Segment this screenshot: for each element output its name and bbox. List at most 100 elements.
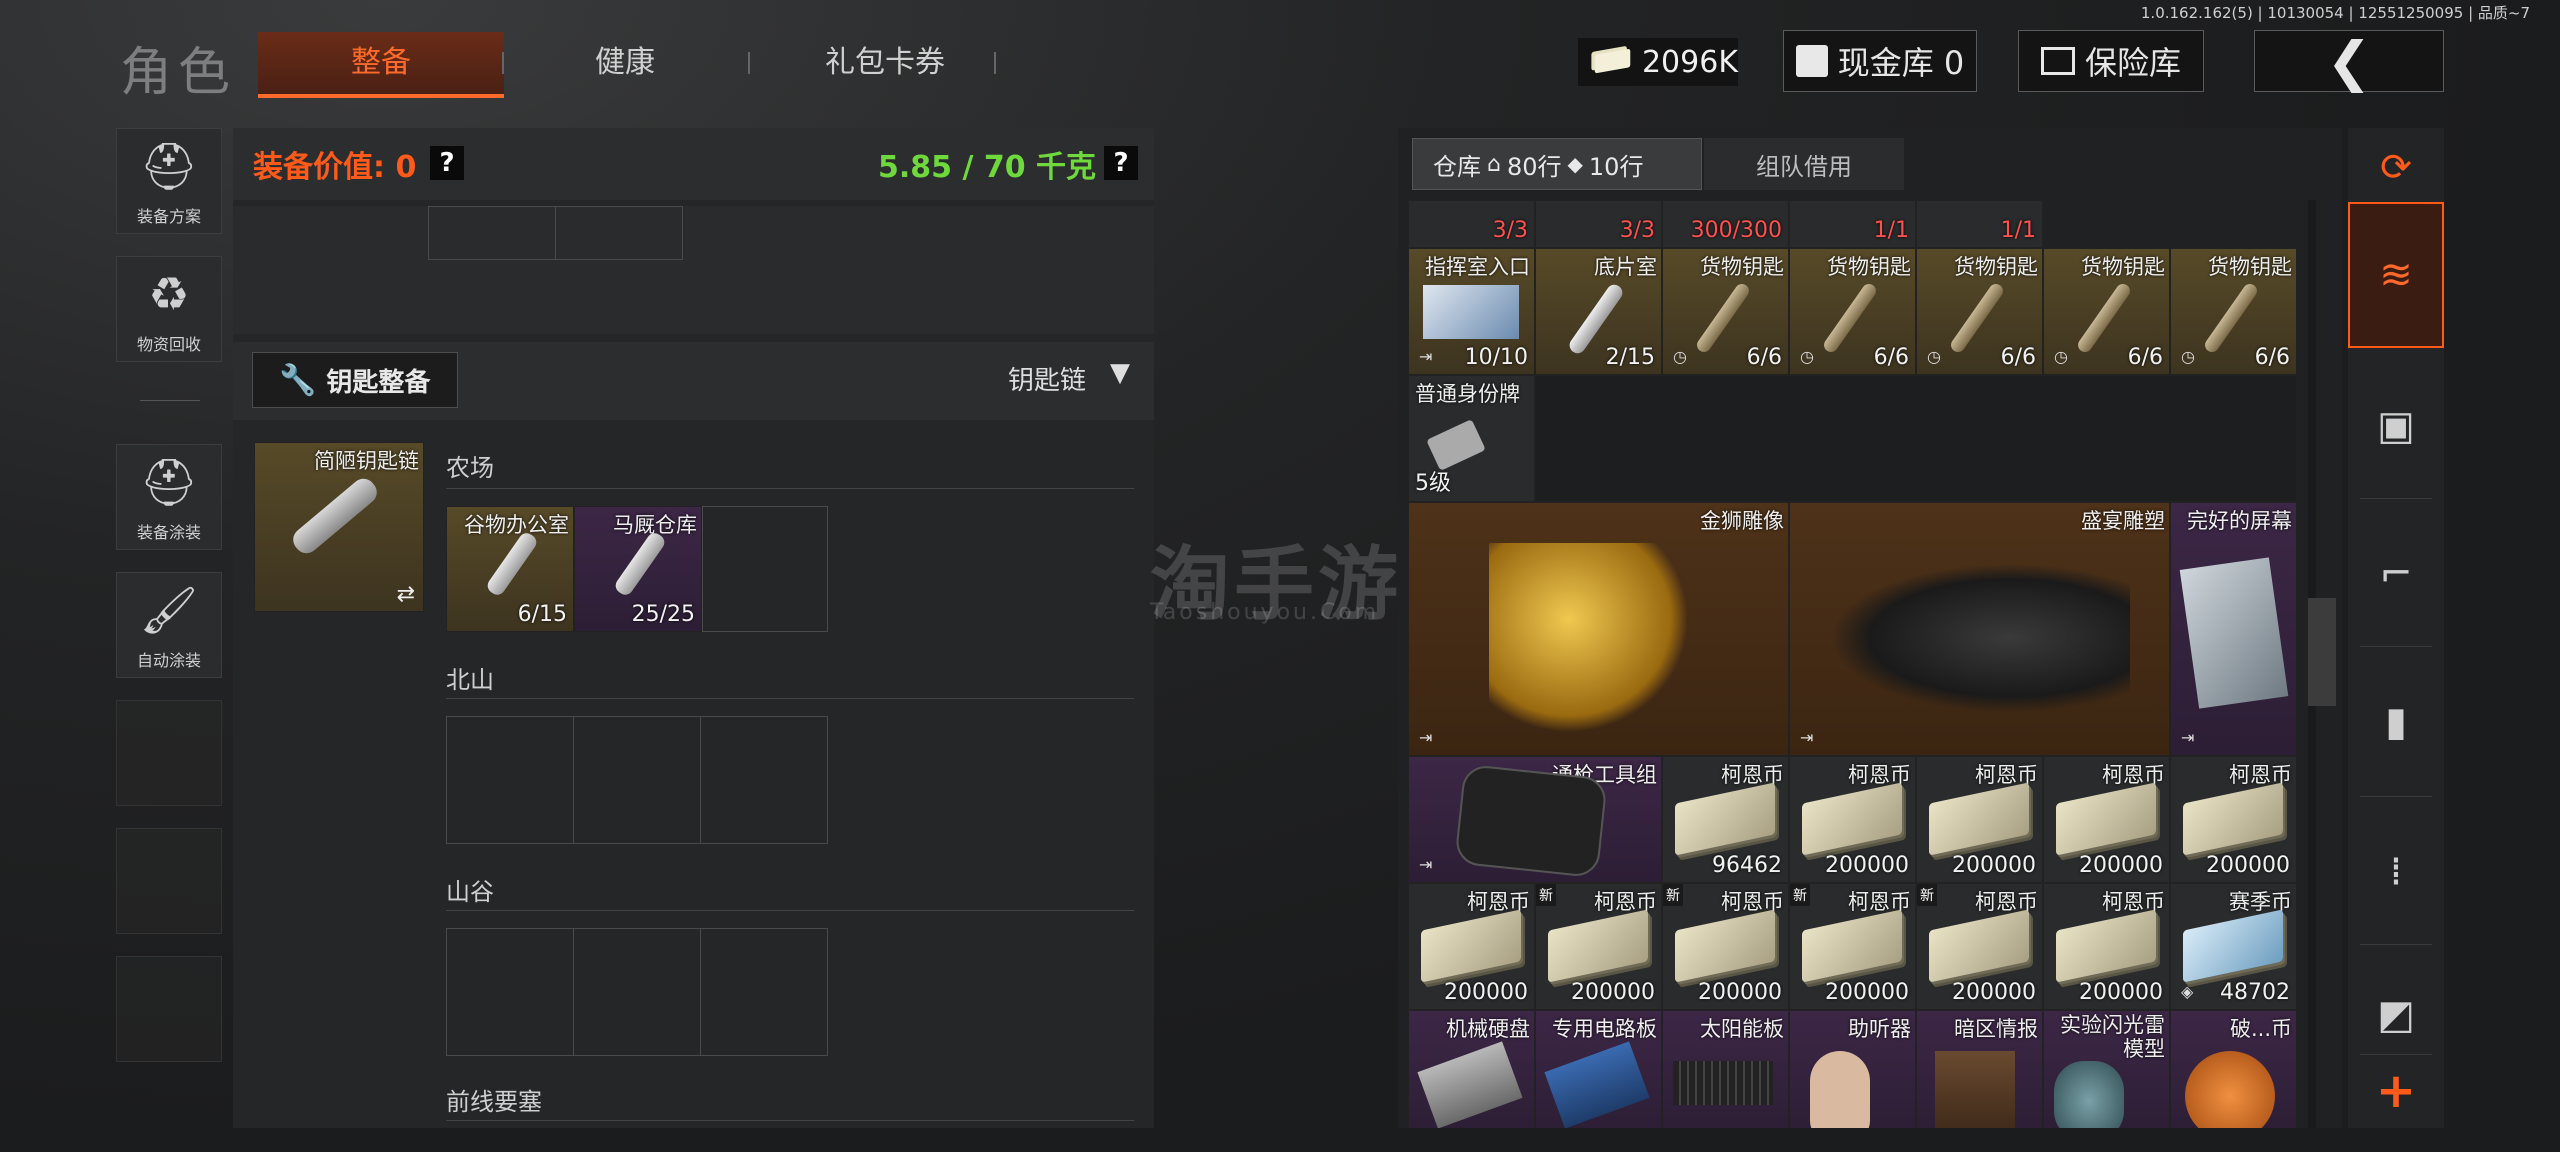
sidebar-item-skin[interactable]: ⛑ 装备涂装	[116, 444, 222, 550]
inventory-item[interactable]: 货物钥匙 ◷ 6/6	[1789, 248, 1916, 375]
keychain-item[interactable]: 简陋钥匙链 ⇄	[254, 442, 424, 612]
intel-book-image	[1935, 1051, 2015, 1128]
inventory-item[interactable]: 暗区情报	[1916, 1010, 2043, 1128]
back-button[interactable]: ❮	[2254, 30, 2444, 93]
sidebar-item-auto-skin[interactable]: 🖌 自动涂装	[116, 572, 222, 678]
sidebar-empty-slot	[116, 828, 222, 934]
inventory-item[interactable]: 太阳能板	[1662, 1010, 1789, 1128]
add-icon[interactable]: +	[2348, 1060, 2444, 1122]
warehouse-tab-label: 仓库	[1433, 152, 1481, 181]
timer-icon: ◷	[1673, 347, 1687, 366]
inventory-item[interactable]: 300/300	[1662, 200, 1789, 248]
item-count: 200000	[2206, 853, 2290, 878]
tab-health[interactable]: 健康	[530, 32, 720, 94]
category-magazine-icon[interactable]: ▮	[2348, 652, 2444, 792]
inventory-item[interactable]: 1/1	[1916, 200, 2043, 248]
inventory-item[interactable]: 柯恩币 200000	[1789, 756, 1916, 883]
category-all-icon[interactable]: ≋	[2348, 202, 2444, 348]
timer-icon: ◷	[1927, 347, 1941, 366]
tab-warehouse[interactable]: 仓库 ⌂ 80行 ◆ 10行	[1412, 138, 1702, 190]
item-name: 货物钥匙	[1827, 255, 1911, 279]
sidebar-divider	[140, 400, 200, 401]
inventory-item[interactable]: 盛宴雕塑 ⇥	[1789, 502, 2170, 756]
inventory-item[interactable]: 底片室 2/15	[1535, 248, 1662, 375]
key-item[interactable]: 谷物办公室 6/15	[446, 506, 574, 632]
inventory-item[interactable]: 通枪工具组 ⇥	[1408, 756, 1662, 883]
inventory-item[interactable]: 助听器	[1789, 1010, 1916, 1128]
key-slot-empty[interactable]	[702, 506, 828, 632]
inventory-item[interactable]: 指挥室入口 ⇥ 10/10	[1408, 248, 1535, 375]
scrollbar-thumb[interactable]	[2308, 598, 2336, 706]
key-image	[2075, 281, 2133, 355]
equipment-slot[interactable]	[428, 206, 556, 260]
section-divider	[446, 1120, 1134, 1121]
inventory-item[interactable]: 新柯恩币 200000	[1662, 883, 1789, 1010]
timer-icon: ◷	[1800, 347, 1814, 366]
item-name: 破...币	[2229, 1017, 2292, 1041]
tab-team-borrow[interactable]: 组队借用	[1704, 138, 1904, 190]
inventory-item[interactable]: 柯恩币 200000	[2043, 883, 2170, 1010]
item-count: 3/3	[1619, 218, 1655, 243]
inventory-item[interactable]: 柯恩币 96462	[1662, 756, 1789, 883]
cash-vault-button[interactable]: 现金库 0	[1783, 30, 1977, 92]
inventory-item[interactable]: 实验闪光雷模型	[2043, 1010, 2170, 1128]
value-help-button[interactable]: ?	[430, 146, 464, 180]
inventory-item[interactable]: 1/1	[1789, 200, 1916, 248]
key-icon: 🔧	[279, 362, 317, 398]
key-item[interactable]: 马厩仓库 25/25	[574, 506, 702, 632]
inventory-item[interactable]: 货物钥匙 ◷ 6/6	[2170, 248, 2297, 375]
inventory-item[interactable]: 3/3	[1408, 200, 1535, 248]
inventory-item[interactable]: 柯恩币 200000	[2043, 756, 2170, 883]
money-display: 2096K	[1578, 38, 1738, 86]
safe-box-button[interactable]: 保险库	[2018, 30, 2204, 92]
item-count: 200000	[1571, 980, 1655, 1005]
item-name: 货物钥匙	[2081, 255, 2165, 279]
inventory-item[interactable]: 完好的屏幕 ⇥	[2170, 502, 2297, 756]
item-name: 机械硬盘	[1446, 1017, 1530, 1041]
inventory-item[interactable]: 新柯恩币 200000	[1535, 883, 1662, 1010]
keychain-dropdown-label[interactable]: 钥匙链	[1008, 360, 1086, 397]
new-badge: 新	[1917, 884, 1937, 906]
equipment-weight: 5.85 / 70 千克	[878, 150, 1097, 185]
sort-refresh-icon[interactable]: ⟳	[2348, 136, 2444, 198]
category-rifle-icon[interactable]: ⌐	[2348, 504, 2444, 644]
sidebar-item-loadout[interactable]: ⛑ 装备方案	[116, 128, 222, 234]
weight-help-button[interactable]: ?	[1104, 146, 1138, 180]
inventory-item[interactable]: 柯恩币 200000	[1408, 883, 1535, 1010]
key-slot-empty[interactable]	[573, 928, 701, 1056]
category-armor-icon[interactable]: ▣	[2348, 356, 2444, 496]
inventory-item[interactable]: 破...币	[2170, 1010, 2297, 1128]
new-badge: 新	[1663, 884, 1683, 906]
inventory-item[interactable]: 赛季币 ◈ 48702	[2170, 883, 2297, 1010]
sidebar-item-label: 装备方案	[136, 207, 201, 226]
tab-gift-cards[interactable]: 礼包卡券	[770, 32, 1000, 94]
key-slot-empty[interactable]	[573, 716, 701, 844]
inventory-item[interactable]: 机械硬盘	[1408, 1010, 1535, 1128]
inventory-item[interactable]: 货物钥匙 ◷ 6/6	[1662, 248, 1789, 375]
key-equip-button[interactable]: 🔧 钥匙整备	[252, 352, 458, 408]
key-slot-empty[interactable]	[700, 716, 828, 844]
key-slot-empty[interactable]	[446, 716, 574, 844]
coin-stack-image	[1802, 909, 1902, 983]
inventory-item[interactable]: 柯恩币 200000	[2170, 756, 2297, 883]
tab-divider	[994, 52, 996, 74]
equipment-slot[interactable]	[555, 206, 683, 260]
inventory-item[interactable]: 货物钥匙 ◷ 6/6	[2043, 248, 2170, 375]
season-coin-image	[2183, 909, 2283, 983]
key-slot-empty[interactable]	[700, 928, 828, 1056]
inventory-item[interactable]: 货物钥匙 ◷ 6/6	[1916, 248, 2043, 375]
inventory-item[interactable]: 3/3	[1535, 200, 1662, 248]
inventory-item[interactable]: 新柯恩币 200000	[1789, 883, 1916, 1010]
inventory-item[interactable]: 柯恩币 200000	[1916, 756, 2043, 883]
key-count: 6/15	[517, 602, 567, 627]
inventory-item[interactable]: 金狮雕像 ⇥	[1408, 502, 1789, 756]
tab-equip[interactable]: 整备	[258, 32, 504, 98]
inventory-item[interactable]: 新柯恩币 200000	[1916, 883, 2043, 1010]
inventory-item[interactable]: 普通身份牌 5级	[1408, 375, 1535, 502]
inventory-item[interactable]: 专用电路板	[1535, 1010, 1662, 1128]
key-slot-empty[interactable]	[446, 928, 574, 1056]
section-title: 农场	[446, 454, 494, 482]
category-ammo-icon[interactable]: ⁞	[2348, 802, 2444, 942]
chevron-down-icon[interactable]: ▼	[1110, 358, 1130, 388]
sidebar-item-recycle[interactable]: ♻ 物资回收	[116, 256, 222, 362]
